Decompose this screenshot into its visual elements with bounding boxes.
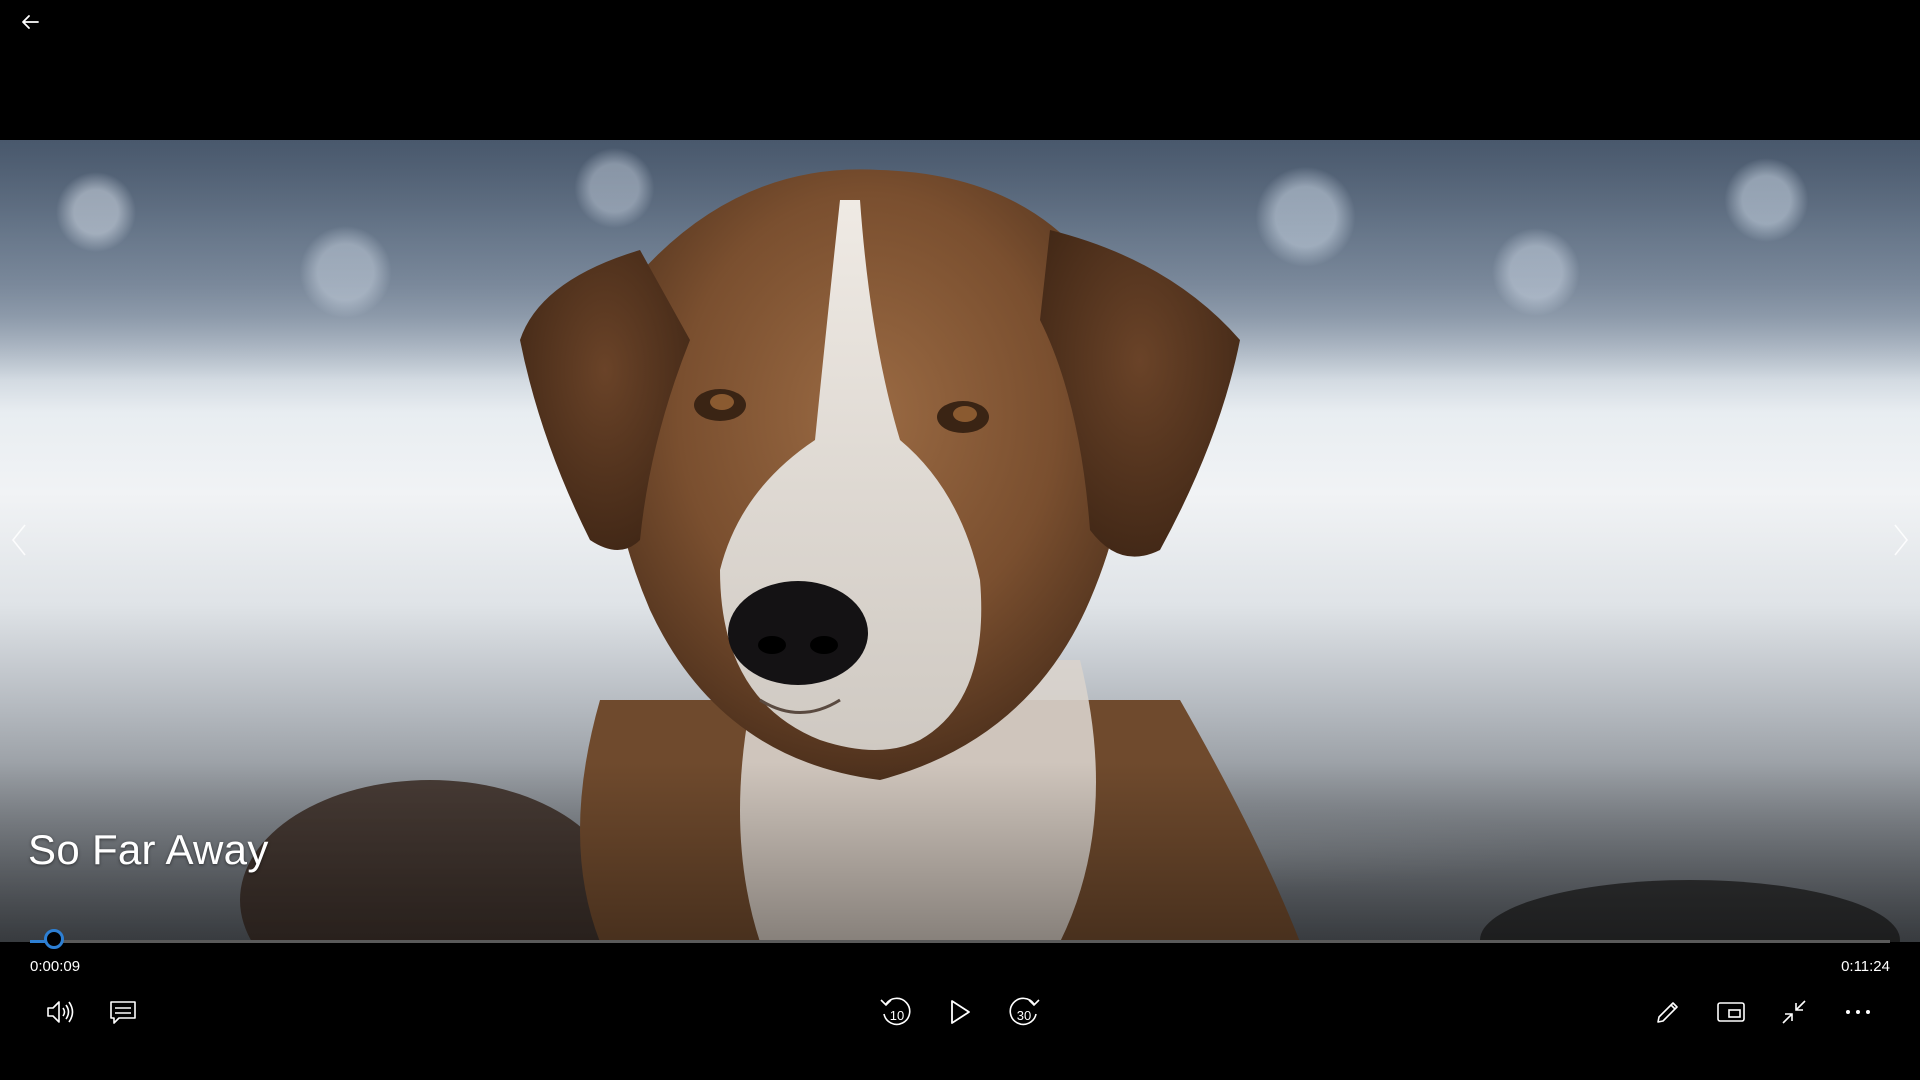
back-button[interactable]	[14, 6, 46, 38]
seek-bar[interactable]	[30, 940, 1890, 943]
skip-forward-30-button[interactable]: 30	[1004, 992, 1044, 1032]
chevron-left-icon	[11, 524, 26, 556]
more-icon	[1846, 1010, 1870, 1014]
previous-button[interactable]	[4, 520, 34, 560]
skip-back-label: 10	[890, 1008, 904, 1023]
skip-forward-30-icon: 30	[1009, 997, 1040, 1026]
exit-fullscreen-icon	[1782, 1000, 1806, 1024]
pencil-icon	[1657, 1002, 1678, 1023]
elapsed-time: 0:00:09	[30, 958, 81, 975]
skip-forward-label: 30	[1017, 1008, 1031, 1023]
subtitles-button[interactable]	[103, 992, 143, 1032]
top-bar	[0, 0, 1920, 140]
chevron-right-icon	[1894, 524, 1909, 556]
play-icon	[951, 1000, 970, 1024]
mini-view-button[interactable]	[1711, 992, 1751, 1032]
mini-view-icon	[1717, 1002, 1745, 1022]
skip-back-10-icon: 10	[880, 997, 911, 1026]
more-button[interactable]	[1838, 992, 1878, 1032]
subtitles-icon	[110, 1001, 136, 1024]
seek-bar-thumb[interactable]	[44, 929, 64, 949]
arrow-left-icon	[22, 15, 39, 29]
next-button[interactable]	[1886, 520, 1916, 560]
volume-icon	[47, 1001, 74, 1023]
media-title: So Far Away	[28, 826, 269, 873]
volume-button[interactable]	[40, 992, 80, 1032]
video-frame[interactable]	[0, 140, 1920, 942]
total-time: 0:11:24	[1841, 958, 1890, 975]
edit-button[interactable]	[1648, 992, 1688, 1032]
play-button[interactable]	[940, 992, 980, 1032]
exit-fullscreen-button[interactable]	[1774, 992, 1814, 1032]
video-bottom-shade	[0, 762, 1920, 942]
skip-back-10-button[interactable]: 10	[876, 992, 916, 1032]
